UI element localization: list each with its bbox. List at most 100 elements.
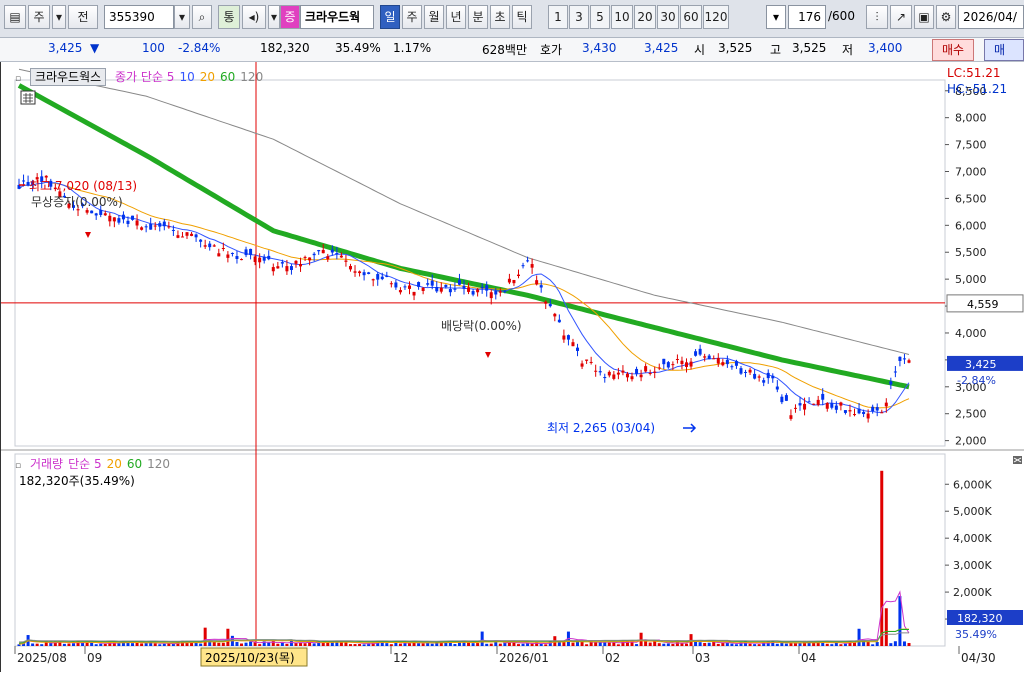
candle-body — [330, 249, 334, 253]
chart-area[interactable]: 8,500 8,000 7,500 7,000 6,500 6,000 5,500 5,000… — [0, 62, 1024, 672]
tab-period-4[interactable]: 분 — [468, 5, 488, 29]
mode-select[interactable]: 주 — [28, 5, 50, 29]
volume-bar — [585, 644, 589, 646]
candle-body — [426, 283, 430, 285]
volume-bar — [843, 643, 847, 646]
candle-body — [589, 361, 593, 363]
interval-dropdown-icon[interactable]: ▾ — [766, 5, 786, 29]
candle-body — [762, 380, 766, 383]
tong-button[interactable]: 통 — [218, 5, 240, 29]
date-input[interactable]: 2026/04/ — [958, 5, 1024, 29]
interval-button-2[interactable]: 5 — [590, 5, 610, 29]
candle-body — [816, 399, 820, 405]
candle-body — [85, 210, 89, 213]
panel-handle-icon[interactable]: ▫ — [15, 74, 21, 84]
code-dropdown-icon[interactable]: ▾ — [174, 5, 190, 29]
date-tick-label: 02 — [605, 651, 620, 665]
candle-body — [739, 368, 743, 374]
tab-period-5[interactable]: 초 — [490, 5, 510, 29]
save-icon[interactable]: ▣ — [914, 5, 934, 29]
candle-body — [707, 355, 711, 360]
volume-legend-item[interactable]: 거래량 — [30, 457, 63, 471]
tab-period-0[interactable]: 일 — [380, 5, 400, 29]
volume-axis: 6,000K5,000K4,000K3,000K2,000K1,000K182,… — [945, 478, 1023, 641]
chart-icon[interactable]: ▤ — [4, 5, 26, 29]
ma20-path — [18, 181, 910, 409]
candle-body — [784, 395, 788, 401]
volume-bar — [303, 643, 307, 646]
price-tick-label: 8,000 — [955, 112, 987, 125]
volume-bar — [880, 470, 884, 646]
interval-button-6[interactable]: 60 — [680, 5, 702, 29]
volume-bar — [716, 643, 720, 646]
volume-legend-item[interactable]: 단순 5 — [68, 457, 102, 471]
ma-legend-item[interactable]: 60 — [220, 70, 235, 84]
candle-body — [653, 371, 657, 373]
speaker-icon[interactable]: ◂) — [242, 5, 266, 29]
speaker-dropdown-icon[interactable]: ▾ — [268, 5, 280, 29]
volume-bar — [235, 642, 239, 646]
stock-label[interactable]: 크라우드웍스 — [29, 68, 107, 86]
candle-body — [598, 371, 602, 373]
price-axis: 8,5008,0007,5007,0006,5006,0005,5005,000… — [945, 85, 1024, 448]
candle-body — [557, 319, 561, 323]
gear-icon[interactable]: ⚙ — [936, 5, 956, 29]
candle-body — [367, 272, 371, 275]
volume-bar — [489, 643, 493, 646]
interval-button-1[interactable]: 3 — [569, 5, 589, 29]
candle-body — [308, 257, 312, 261]
interval-button-5[interactable]: 30 — [657, 5, 679, 29]
mode-dropdown-icon[interactable]: ▾ — [52, 5, 66, 29]
ma-legend-item[interactable]: 120 — [240, 70, 263, 84]
tab-period-6[interactable]: 틱 — [512, 5, 532, 29]
volume-legend-item[interactable]: 60 — [127, 457, 142, 471]
candle-body — [585, 359, 589, 361]
candle-body — [544, 301, 548, 304]
ma-legend-item[interactable]: 종가 단순 5 — [115, 70, 174, 84]
bonus-issue-icon — [85, 232, 91, 238]
volume-ma120-path — [18, 632, 909, 643]
prev-button[interactable]: 전 — [68, 5, 98, 29]
candle-body — [267, 255, 271, 260]
volume-bar — [221, 642, 225, 646]
candle-body — [893, 371, 897, 373]
candle-body — [503, 290, 507, 292]
tab-period-2[interactable]: 월 — [424, 5, 444, 29]
price-change: 100 — [142, 41, 165, 55]
volume-bar — [530, 643, 534, 646]
tab-period-1[interactable]: 주 — [402, 5, 422, 29]
candle-body — [435, 286, 439, 292]
interval-button-7[interactable]: 120 — [703, 5, 729, 29]
bar-count-input[interactable]: 176 — [788, 5, 826, 29]
buy-button[interactable]: 매수 — [932, 39, 975, 61]
trend-icon[interactable]: ↗ — [890, 5, 912, 29]
grid-toggle-icon[interactable] — [20, 90, 36, 105]
candle-icon[interactable]: ⫶ — [866, 5, 888, 29]
ma-legend-item[interactable]: 10 — [179, 70, 194, 84]
stock-chart[interactable]: 8,5008,0007,5007,0006,5006,0005,5005,000… — [1, 62, 1024, 672]
volume-bar — [657, 643, 661, 646]
price-tick-label: 5,000 — [955, 273, 987, 286]
stock-code-input[interactable]: 355390 — [104, 5, 174, 29]
interval-button-0[interactable]: 1 — [548, 5, 568, 29]
volume-legend-item[interactable]: 20 — [107, 457, 122, 471]
interval-button-3[interactable]: 10 — [611, 5, 633, 29]
volume-bar — [512, 642, 516, 646]
sell-button[interactable]: 매도 — [984, 39, 1024, 61]
volume-legend-item[interactable]: 120 — [147, 457, 170, 471]
candle-body — [376, 274, 380, 280]
volume-bar — [703, 642, 707, 646]
candle-body — [408, 285, 412, 289]
high-price: 3,525 — [792, 41, 827, 55]
tab-period-3[interactable]: 년 — [446, 5, 466, 29]
ma-legend-item[interactable]: 20 — [200, 70, 215, 84]
candle-body — [825, 403, 829, 409]
volume-panel-handle-icon[interactable]: ▫ — [15, 461, 21, 471]
low-arrow-icon — [683, 423, 697, 433]
search-icon[interactable]: ⌕ — [192, 5, 212, 29]
volume-bar — [616, 644, 620, 646]
volume-bar — [249, 641, 253, 646]
volume-bar — [884, 608, 888, 646]
candle-body — [430, 280, 434, 286]
interval-button-4[interactable]: 20 — [634, 5, 656, 29]
